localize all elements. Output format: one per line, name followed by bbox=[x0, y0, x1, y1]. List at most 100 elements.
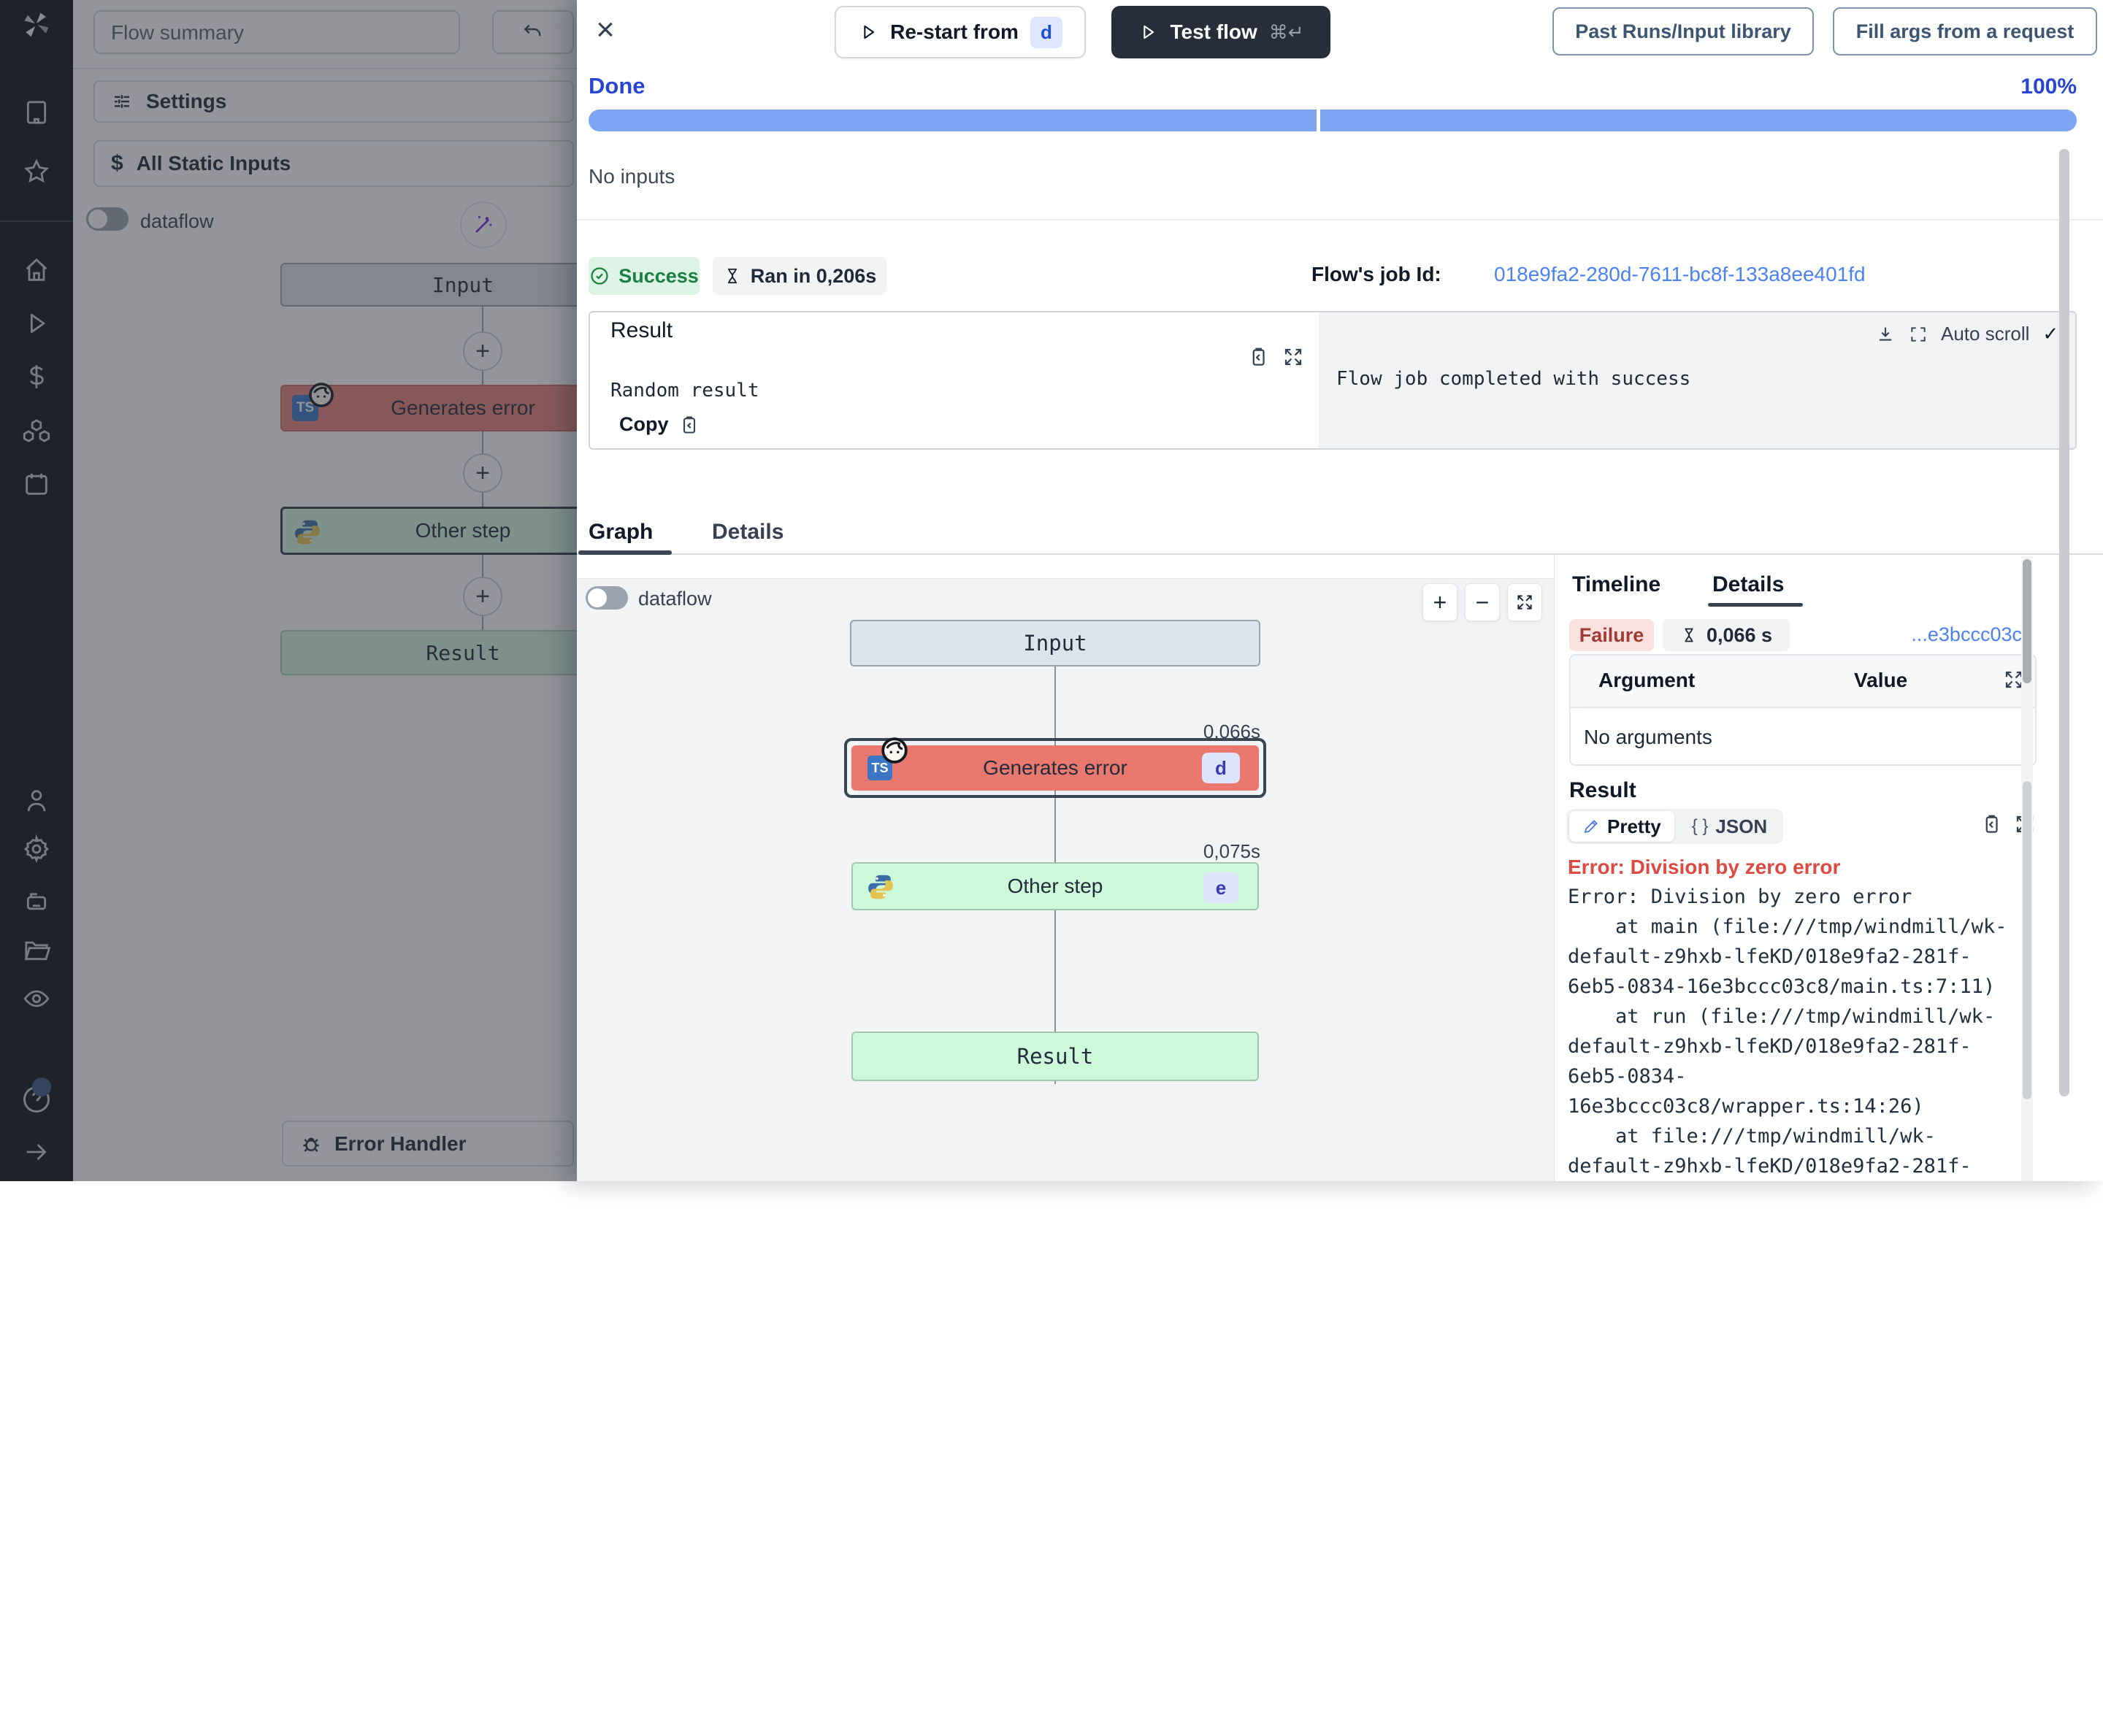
graph-node-result-label: Result bbox=[1017, 1044, 1094, 1069]
play-outline-icon bbox=[1138, 22, 1158, 42]
auto-scroll-label: Auto scroll bbox=[1941, 323, 2029, 345]
modal-overlay[interactable] bbox=[0, 0, 577, 1181]
tab-graph[interactable]: Graph bbox=[589, 520, 653, 545]
test-flow-label: Test flow bbox=[1170, 20, 1257, 44]
download-icon[interactable] bbox=[1875, 324, 1896, 345]
log-toolbar: Auto scroll ✓ bbox=[1875, 323, 2058, 345]
fill-args-button[interactable]: Fill args from a request bbox=[1833, 7, 2097, 55]
stack-line: 6eb5-0834-16e3bccc03c8/main.ts:7:11) bbox=[1568, 972, 2016, 1002]
fill-args-label: Fill args from a request bbox=[1856, 20, 2075, 43]
copy-step-result-icon[interactable] bbox=[1980, 813, 2002, 835]
no-inputs-text: No inputs bbox=[589, 165, 675, 188]
json-label: JSON bbox=[1715, 815, 1767, 838]
graph-node-generates-error[interactable]: TS Generates error d bbox=[851, 745, 1259, 791]
copy-button[interactable]: Copy bbox=[619, 413, 700, 436]
stack-line: 16e3bccc03c8/wrapper.ts:14:26) bbox=[1568, 1091, 2016, 1121]
clipboard-icon bbox=[679, 415, 700, 435]
graph-dataflow-toggle[interactable] bbox=[586, 586, 628, 610]
job-id-label: Flow's job Id: bbox=[1311, 263, 1441, 286]
zoom-out-button[interactable]: − bbox=[1465, 583, 1500, 621]
stack-line: Error: Division by zero error bbox=[1568, 882, 2016, 912]
tab-details-underline bbox=[1708, 603, 1803, 607]
success-label: Success bbox=[618, 265, 699, 288]
test-flow-shortcut: ⌘↵ bbox=[1269, 21, 1304, 44]
tab-details[interactable]: Details bbox=[712, 520, 784, 545]
log-text: Flow job completed with success bbox=[1336, 368, 1690, 390]
test-flow-button[interactable]: Test flow ⌘↵ bbox=[1111, 6, 1330, 58]
hourglass-icon bbox=[723, 266, 742, 285]
run-percent: 100% bbox=[2020, 74, 2077, 99]
result-value: Random result bbox=[610, 380, 759, 402]
result-scrollbar-thumb[interactable] bbox=[2023, 781, 2031, 1099]
bun-icon bbox=[881, 737, 908, 764]
result-pane-title: Result bbox=[610, 318, 673, 343]
stack-line: at run (file:///tmp/windmill/wk- bbox=[1568, 1002, 2016, 1032]
pretty-label: Pretty bbox=[1607, 815, 1661, 838]
ran-in-label: Ran in 0,206s bbox=[751, 265, 877, 288]
json-toggle-button[interactable]: { } JSON bbox=[1679, 811, 1781, 842]
result-view-toggle: Pretty { } JSON bbox=[1566, 809, 1783, 844]
error-stack-trace: Error: Division by zero error at main (f… bbox=[1568, 882, 2016, 1181]
auto-scroll-check-icon[interactable]: ✓ bbox=[2042, 323, 2058, 345]
step-e-duration: 0,075s bbox=[1158, 840, 1260, 863]
stack-line: default-z9hxb-lfeKD/018e9fa2-281f- bbox=[1568, 942, 2016, 972]
graph-dataflow-label: dataflow bbox=[638, 588, 712, 610]
section-divider bbox=[577, 219, 2103, 220]
check-circle-icon bbox=[589, 266, 610, 286]
play-outline-icon bbox=[858, 22, 878, 42]
graph-node-input-label: Input bbox=[1023, 631, 1087, 656]
expand-log-icon[interactable] bbox=[1909, 325, 1928, 344]
drawer-scrollbar-thumb[interactable] bbox=[2059, 149, 2069, 1096]
restart-from-label: Re-start from bbox=[890, 20, 1019, 44]
result-log-box: Result Random result Copy Auto scroll ✓ … bbox=[589, 311, 2077, 450]
stack-line: default-z9hxb-lfeKD/018e9fa2-281f- bbox=[1568, 1032, 2016, 1061]
step-result-title: Result bbox=[1569, 778, 1636, 803]
restart-step-key: d bbox=[1030, 17, 1062, 48]
success-badge: Success bbox=[589, 257, 700, 295]
step-e-badge: e bbox=[1203, 872, 1238, 903]
tab-graph-underline bbox=[578, 550, 672, 555]
restart-from-button[interactable]: Re-start from d bbox=[835, 6, 1086, 58]
hourglass-icon bbox=[1680, 626, 1698, 644]
no-arguments-text: No arguments bbox=[1584, 726, 1712, 749]
past-runs-label: Past Runs/Input library bbox=[1575, 20, 1791, 43]
tab-timeline[interactable]: Timeline bbox=[1572, 572, 1660, 597]
job-id-link[interactable]: 018e9fa2-280d-7611-bc8f-133a8ee401fd bbox=[1494, 263, 1866, 286]
progress-segment-2 bbox=[1320, 110, 2077, 131]
arguments-table: Argument Value No arguments bbox=[1569, 654, 2037, 766]
details-scrollbar-thumb[interactable] bbox=[2023, 559, 2031, 683]
fit-view-button[interactable] bbox=[1507, 583, 1542, 621]
graph-node-error-label: Generates error bbox=[983, 756, 1127, 780]
stack-line: default-z9hxb-lfeKD/018e9fa2-281f- bbox=[1568, 1151, 2016, 1181]
step-d-badge: d bbox=[1202, 753, 1240, 783]
step-duration-label: 0,066 s bbox=[1706, 624, 1772, 647]
stack-line: at main (file:///tmp/windmill/wk- bbox=[1568, 912, 2016, 942]
col-argument: Argument bbox=[1598, 669, 1695, 692]
past-runs-button[interactable]: Past Runs/Input library bbox=[1552, 7, 1814, 55]
pen-icon bbox=[1582, 818, 1600, 835]
zoom-in-button[interactable]: + bbox=[1422, 583, 1457, 621]
tab-step-details[interactable]: Details bbox=[1712, 572, 1784, 597]
step-duration-badge: 0,066 s bbox=[1663, 619, 1790, 651]
ran-in-badge: Ran in 0,206s bbox=[713, 257, 886, 295]
close-icon[interactable]: × bbox=[589, 15, 622, 48]
graph-node-other-step[interactable]: Other step e bbox=[851, 862, 1259, 910]
graph-node-other-label: Other step bbox=[1008, 875, 1103, 898]
copy-result-icon[interactable] bbox=[1247, 346, 1269, 368]
progress-segment-1 bbox=[589, 110, 1317, 131]
test-flow-drawer: × Re-start from d Test flow ⌘↵ Past Runs… bbox=[577, 0, 2103, 1181]
stack-line: at file:///tmp/windmill/wk- bbox=[1568, 1121, 2016, 1151]
col-value: Value bbox=[1854, 669, 1907, 692]
run-status-label: Done bbox=[589, 73, 646, 99]
pretty-toggle-button[interactable]: Pretty bbox=[1569, 811, 1674, 842]
expand-result-icon[interactable] bbox=[1282, 346, 1304, 368]
stack-line: 6eb5-0834- bbox=[1568, 1061, 2016, 1091]
graph-node-result[interactable]: Result bbox=[851, 1032, 1259, 1081]
graph-node-input[interactable]: Input bbox=[850, 620, 1260, 667]
failure-label: Failure bbox=[1579, 624, 1644, 647]
arguments-table-header: Argument Value bbox=[1571, 656, 2037, 708]
braces-icon: { } bbox=[1692, 816, 1709, 837]
step-job-link[interactable]: ...e3bccc03c8 bbox=[1911, 623, 2033, 646]
python-icon bbox=[866, 872, 895, 902]
error-title: Error: Division by zero error bbox=[1568, 856, 1840, 879]
